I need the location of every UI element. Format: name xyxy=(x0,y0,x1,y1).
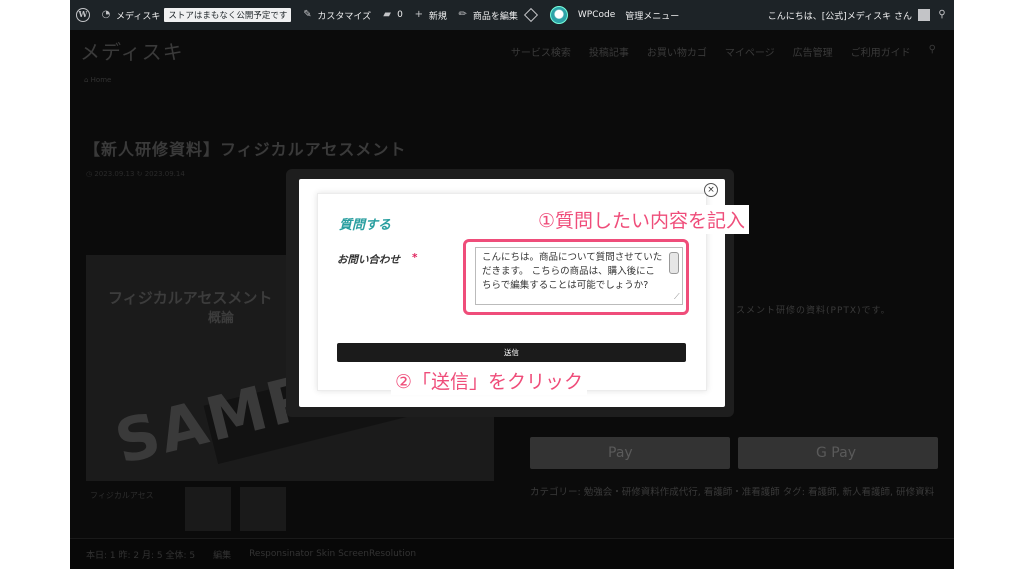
nav-item-service-search[interactable]: サービス検索 xyxy=(511,44,571,59)
main-nav: サービス検索 投稿記事 お買い物カゴ マイページ 広告管理 ご利用ガイド ⚲ xyxy=(511,44,936,59)
wpcode-label: WPCode xyxy=(577,10,616,20)
close-icon[interactable]: × xyxy=(704,183,718,197)
plus-icon: + xyxy=(414,9,424,20)
nav-search-icon[interactable]: ⚲ xyxy=(929,44,936,59)
wp-logo-menu[interactable]: W xyxy=(76,8,90,22)
site-logo[interactable]: メディスキ xyxy=(80,36,184,65)
page-title: 【新人研修資料】フィジカルアセスメント xyxy=(84,140,407,159)
gallery-thumbnail[interactable] xyxy=(185,487,231,531)
post-dates: ◷ 2023.09.13 ↻ 2023.09.14 xyxy=(86,170,185,178)
required-mark: * xyxy=(412,252,418,264)
textarea-highlight xyxy=(463,239,689,315)
nav-item-mypage[interactable]: マイページ xyxy=(725,44,775,59)
breadcrumb[interactable]: ⌂ Home xyxy=(84,76,111,84)
new-content-link[interactable]: + 新規 xyxy=(413,9,447,22)
site-name: メディスキ xyxy=(116,11,161,22)
nav-item-posts[interactable]: 投稿記事 xyxy=(589,44,629,59)
dashboard-icon: ◔ xyxy=(101,9,111,20)
pencil-icon: ✏ xyxy=(458,9,468,20)
diamond-icon xyxy=(523,7,538,23)
user-greeting[interactable]: こんにちは、[公式]メディスキ さん xyxy=(768,9,912,22)
edit-product-link[interactable]: ✏ 商品を編集 xyxy=(457,7,540,23)
product-image-title: フィジカルアセスメント xyxy=(108,289,273,307)
wp-admin-bar: W ◔ メディスキ ストアはまもなく公開予定です ✎ カスタマイズ ▰ 0 + … xyxy=(70,0,954,30)
stats-toolbar: 本日: 1 昨: 2 月: 5 全体: 5 編集 Responsinator S… xyxy=(70,538,954,569)
apple-pay-label: Pay xyxy=(608,445,633,461)
wpcode-logo-icon xyxy=(549,6,568,24)
inquiry-field-label: お問い合わせ xyxy=(337,254,400,266)
brush-icon: ✎ xyxy=(303,9,312,20)
admin-bar-site-link[interactable]: ◔ メディスキ ストアはまもなく公開予定です xyxy=(100,8,292,22)
edit-product-label: 商品を編集 xyxy=(472,11,518,22)
product-categories[interactable]: カテゴリー: 勉強会・研修資料作成代行, 看護師・准看護師 タグ: 看護師, 新… xyxy=(530,484,940,501)
gallery-thumbnail[interactable] xyxy=(240,487,286,531)
search-icon[interactable]: ⚲ xyxy=(936,9,948,21)
comments-count: 0 xyxy=(397,10,403,20)
step1-callout: ①質問したい内容を記入 xyxy=(534,205,750,234)
new-label: 新規 xyxy=(428,11,447,22)
comments-link[interactable]: ▰ 0 xyxy=(381,9,403,21)
customize-link[interactable]: ✎ カスタマイズ xyxy=(301,9,371,22)
wpcode-link[interactable]: WPCode xyxy=(549,6,616,24)
edit-link[interactable]: 編集 xyxy=(213,548,231,561)
nav-item-ads[interactable]: 広告管理 xyxy=(793,44,833,59)
comment-icon: ▰ xyxy=(383,9,391,20)
admin-menu-label: 管理メニュー xyxy=(625,11,680,22)
store-notice-badge: ストアはまもなく公開予定です xyxy=(164,8,292,22)
dialog-title: 質問する xyxy=(339,218,392,233)
google-pay-label: G Pay xyxy=(816,445,856,461)
submit-button[interactable]: 送信 xyxy=(337,343,686,362)
product-description: スメント研修の資料(PPTX)です。 xyxy=(736,306,891,316)
customize-label: カスタマイズ xyxy=(317,11,372,22)
nav-item-guide[interactable]: ご利用ガイド xyxy=(851,44,911,59)
nav-item-cart[interactable]: お買い物カゴ xyxy=(647,44,707,59)
wordpress-icon: W xyxy=(76,8,90,22)
access-stats: 本日: 1 昨: 2 月: 5 全体: 5 xyxy=(86,550,196,561)
admin-menu-link[interactable]: 管理メニュー xyxy=(625,9,679,22)
product-image-subtitle: 概論 xyxy=(208,311,235,326)
user-avatar[interactable] xyxy=(918,9,930,21)
site-header: メディスキ サービス検索 投稿記事 お買い物カゴ マイページ 広告管理 ご利用ガ… xyxy=(70,30,954,70)
toolbar-links[interactable]: Responsinator Skin ScreenResolution xyxy=(249,549,416,559)
thumbnail-caption: フィジカルアセス xyxy=(90,491,154,500)
step2-callout: ②「送信」をクリック xyxy=(391,366,588,395)
